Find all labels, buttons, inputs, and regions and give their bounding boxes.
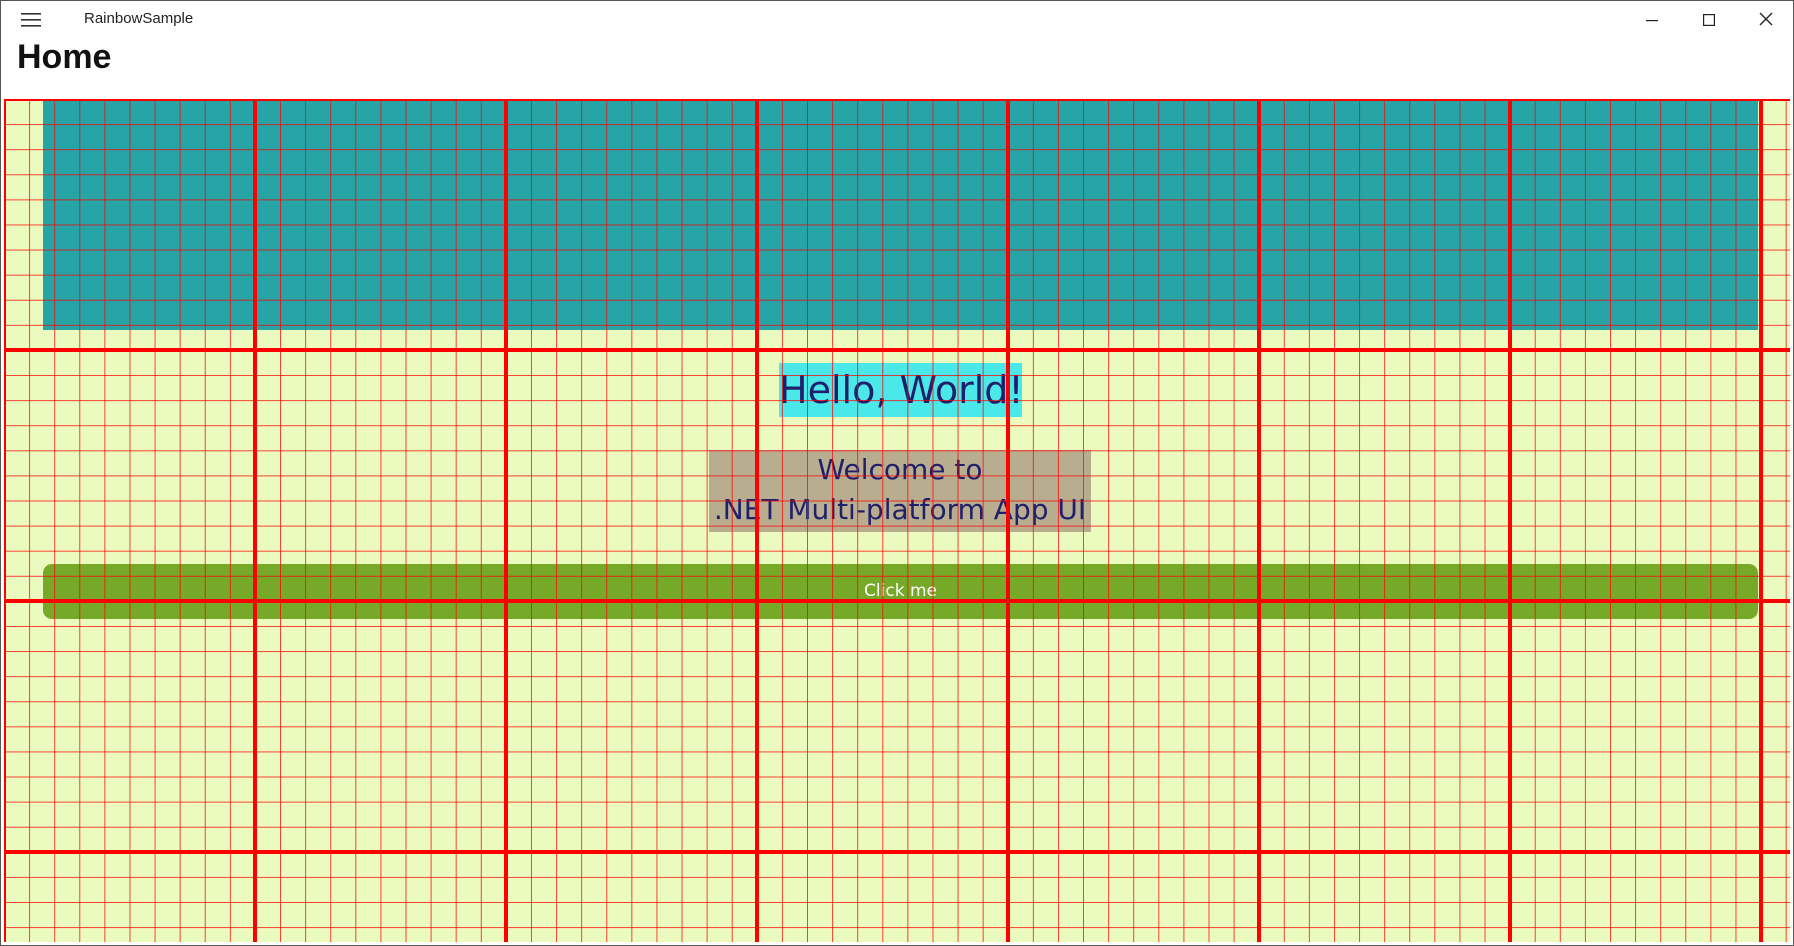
title-bar: RainbowSample	[0, 0, 1794, 40]
welcome-label: Welcome to .NET Multi-platform App UI	[709, 450, 1091, 532]
hello-label: Hello, World!	[779, 363, 1024, 417]
window-controls	[1623, 0, 1794, 40]
minimize-icon	[1645, 11, 1658, 30]
minimize-button[interactable]	[1623, 0, 1680, 40]
welcome-line-2: .NET Multi-platform App UI	[713, 493, 1087, 526]
app-window: RainbowSample Home Hello, World! Welcome…	[0, 0, 1794, 946]
maximize-button[interactable]	[1680, 0, 1737, 40]
maximize-icon	[1702, 11, 1715, 30]
hamburger-menu-icon[interactable]	[14, 8, 48, 32]
content-area: Hello, World! Welcome to .NET Multi-plat…	[4, 99, 1790, 942]
window-title: RainbowSample	[84, 10, 194, 27]
close-icon	[1759, 11, 1773, 30]
page-title: Home	[17, 38, 112, 76]
close-button[interactable]	[1737, 0, 1794, 40]
banner-box	[43, 101, 1758, 330]
welcome-line-1: Welcome to	[817, 453, 983, 486]
click-me-button[interactable]: Click me	[43, 564, 1758, 619]
